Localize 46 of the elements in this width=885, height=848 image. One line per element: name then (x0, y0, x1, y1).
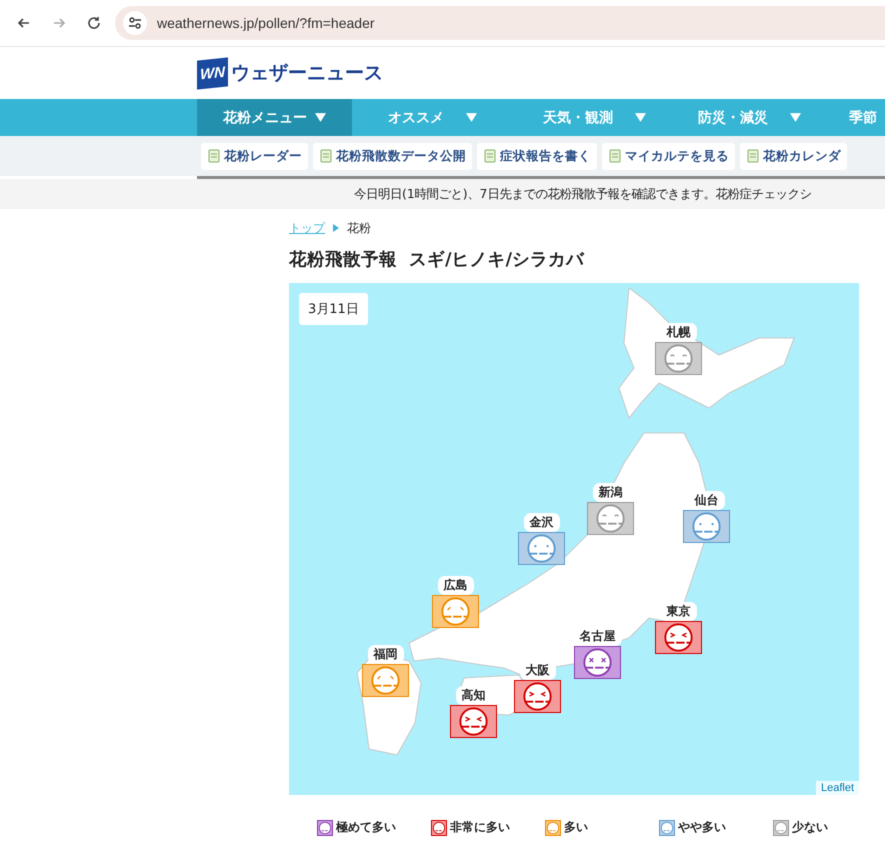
logo-mark[interactable]: WN (197, 56, 228, 90)
legend-label: 極めて多い (336, 819, 396, 836)
subnav-button[interactable]: マイカルテを見る (602, 142, 735, 170)
url-text: weathernews.jp/pollen/?fm=header (157, 15, 375, 31)
site-settings-icon[interactable] (123, 11, 147, 35)
pollen-map[interactable]: 3月11日 札幌 新潟 仙台 金沢 広島 東京 名古屋 福岡 大阪 高知 Leaflet (289, 283, 859, 795)
logo-text[interactable]: ウェザーニュース (231, 60, 383, 86)
document-icon (483, 149, 497, 163)
caret-icon (635, 113, 646, 122)
page-heading: 花粉飛散予報 スギ/ヒノキ/シラカバ (289, 249, 586, 271)
face-icon[interactable] (518, 532, 565, 565)
caret-icon (315, 113, 326, 122)
subnav-button[interactable]: 花粉レーダー (201, 142, 308, 170)
face-icon[interactable] (587, 502, 634, 535)
reload-icon[interactable] (86, 15, 102, 31)
document-icon (608, 149, 622, 163)
legend-label: 非常に多い (450, 819, 510, 836)
nav-tab[interactable]: 花粉メニュー (197, 99, 352, 136)
city-label: 広島 (438, 576, 474, 595)
face-icon[interactable] (655, 621, 702, 654)
face-icon[interactable] (450, 705, 497, 738)
face-icon[interactable] (362, 664, 409, 697)
document-icon (319, 149, 333, 163)
subnav-button[interactable]: 症状報告を書く (477, 142, 597, 170)
legend-label: 少ない (792, 819, 828, 836)
document-icon (746, 149, 760, 163)
legend-label: 多い (564, 819, 588, 836)
legend-label: やや多い (678, 819, 726, 836)
caret-icon (466, 113, 477, 122)
breadcrumb-arrow-icon (333, 224, 339, 232)
caret-icon (790, 113, 801, 122)
face-icon[interactable] (432, 595, 479, 628)
date-label: 3月11日 (299, 293, 368, 325)
description-text: 今日明日(1時間ごと)、7日先までの花粉飛散予報を確認できます。花粉症チェックシ (354, 186, 812, 202)
city-label: 金沢 (524, 513, 560, 532)
face-icon[interactable] (655, 342, 702, 375)
subnav-button[interactable]: 花粉飛散数データ公開 (313, 142, 472, 170)
address-bar[interactable]: weathernews.jp/pollen/?fm=header (115, 6, 885, 40)
face-icon[interactable] (514, 680, 561, 713)
attribution-link[interactable]: Leaflet (816, 781, 859, 795)
subnav-button[interactable]: 花粉カレンダ (740, 142, 847, 170)
document-icon (207, 149, 221, 163)
face-icon[interactable] (683, 510, 730, 543)
face-icon[interactable] (574, 646, 621, 679)
breadcrumb-current: 花粉 (347, 220, 371, 236)
city-label: 大阪 (520, 661, 556, 680)
